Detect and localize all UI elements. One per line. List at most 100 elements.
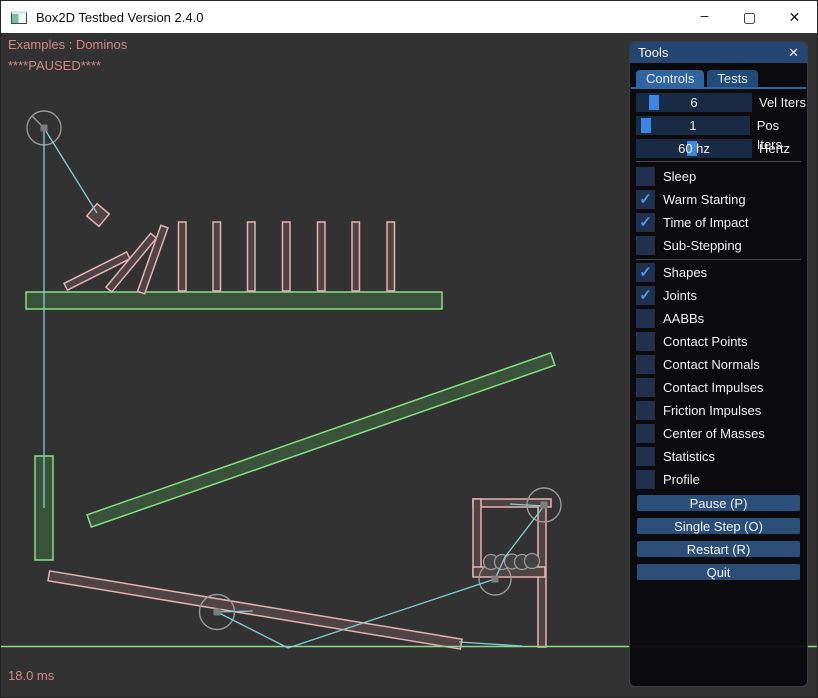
close-icon: ✕ xyxy=(789,10,801,24)
checkbox-box: ✓ xyxy=(636,355,655,374)
anchor-point xyxy=(41,125,48,132)
pos-iters-track[interactable]: 1 xyxy=(636,116,750,135)
anchor-point xyxy=(214,609,221,616)
checkbox-label: Profile xyxy=(663,472,700,487)
checkbox-joints[interactable]: ✓ Joints xyxy=(636,286,697,305)
check-icon: ✓ xyxy=(639,215,652,230)
checkbox-label: AABBs xyxy=(663,311,704,326)
maximize-button[interactable]: ▢ xyxy=(727,1,772,33)
domino xyxy=(352,222,360,291)
minimize-button[interactable]: – xyxy=(682,1,727,33)
checkbox-box: ✓ xyxy=(636,167,655,186)
checkbox-label: Joints xyxy=(663,288,697,303)
tab-underline xyxy=(631,87,806,89)
pos-iters-value: 1 xyxy=(636,116,750,135)
maximize-icon: ▢ xyxy=(743,10,756,24)
paused-label: ****PAUSED**** xyxy=(8,58,101,73)
vel-iters-track[interactable]: 6 xyxy=(636,93,752,112)
checkbox-box: ✓ xyxy=(636,263,655,282)
checkbox-box: ✓ xyxy=(636,213,655,232)
checkbox-warm-starting[interactable]: ✓ Warm Starting xyxy=(636,190,746,209)
hertz-track[interactable]: 60 hz xyxy=(636,139,752,158)
tools-panel: Tools ✕ Controls Tests 6 Vel Iters 1 Pos… xyxy=(629,41,808,687)
checkbox-box: ✓ xyxy=(636,424,655,443)
anchor-point xyxy=(492,576,499,583)
checkbox-label: Contact Points xyxy=(663,334,748,349)
checkbox-box: ✓ xyxy=(636,378,655,397)
quit-button[interactable]: Quit xyxy=(637,564,800,580)
pos-iters-slider[interactable]: 1 Pos Iters xyxy=(636,116,807,135)
domino xyxy=(283,222,291,291)
checkbox-box: ✓ xyxy=(636,470,655,489)
hertz-slider[interactable]: 60 hz Hertz xyxy=(636,139,790,158)
shelf-balls xyxy=(484,554,540,570)
checkbox-contact-impulses[interactable]: ✓ Contact Impulses xyxy=(636,378,763,397)
checkbox-center-of-masses[interactable]: ✓ Center of Masses xyxy=(636,424,765,443)
checkbox-label: Contact Normals xyxy=(663,357,760,372)
checkbox-box: ✓ xyxy=(636,401,655,420)
checkbox-sleep[interactable]: ✓ Sleep xyxy=(636,167,696,186)
checkbox-label: Sleep xyxy=(663,169,696,184)
vel-iters-value: 6 xyxy=(636,93,752,112)
hertz-label: Hertz xyxy=(759,139,790,158)
seesaw-plank xyxy=(48,571,462,649)
joint-along-ground xyxy=(459,642,522,646)
vel-iters-label: Vel Iters xyxy=(759,93,806,112)
checkbox-box: ✓ xyxy=(636,309,655,328)
checkbox-label: Friction Impulses xyxy=(663,403,761,418)
app-window: Box2D Testbed Version 2.4.0 – ▢ ✕ xyxy=(0,0,818,698)
check-icon: ✓ xyxy=(639,192,652,207)
ball xyxy=(525,554,540,569)
joint-anchors xyxy=(41,125,548,616)
checkbox-label: Sub-Stepping xyxy=(663,238,742,253)
checkbox-friction-impulses[interactable]: ✓ Friction Impulses xyxy=(636,401,761,420)
checkbox-statistics[interactable]: ✓ Statistics xyxy=(636,447,715,466)
checkbox-aabbs[interactable]: ✓ AABBs xyxy=(636,309,704,328)
checkbox-time-of-impact[interactable]: ✓ Time of Impact xyxy=(636,213,748,232)
tools-title: Tools xyxy=(638,45,668,60)
app-icon xyxy=(11,11,27,24)
checkbox-label: Contact Impulses xyxy=(663,380,763,395)
checkbox-shapes[interactable]: ✓ Shapes xyxy=(636,263,707,282)
pos-iters-label: Pos Iters xyxy=(757,116,807,135)
example-label: Examples : Dominos xyxy=(8,37,127,52)
restart-button[interactable]: Restart (R) xyxy=(637,541,800,557)
dynamic-bodies xyxy=(48,204,551,649)
checkbox-box: ✓ xyxy=(636,190,655,209)
domino xyxy=(248,222,256,291)
check-icon: ✓ xyxy=(639,265,652,280)
hertz-value: 60 hz xyxy=(636,139,752,158)
vel-iters-slider[interactable]: 6 Vel Iters xyxy=(636,93,806,112)
checkbox-label: Shapes xyxy=(663,265,707,280)
checkbox-contact-points[interactable]: ✓ Contact Points xyxy=(636,332,748,351)
checkbox-label: Center of Masses xyxy=(663,426,765,441)
checkbox-label: Time of Impact xyxy=(663,215,748,230)
tab-bar: Controls Tests xyxy=(636,70,758,87)
checkbox-label: Warm Starting xyxy=(663,192,746,207)
window-controls: – ▢ ✕ xyxy=(682,1,817,33)
domino xyxy=(213,222,221,291)
checkbox-profile[interactable]: ✓ Profile xyxy=(636,470,700,489)
tools-titlebar[interactable]: Tools ✕ xyxy=(630,42,807,63)
os-titlebar: Box2D Testbed Version 2.4.0 – ▢ ✕ xyxy=(1,1,817,33)
checkbox-box: ✓ xyxy=(636,236,655,255)
joint-pendulum xyxy=(44,128,97,213)
cart-left-post xyxy=(473,499,481,575)
check-icon: ✓ xyxy=(639,288,652,303)
pause-button[interactable]: Pause (P) xyxy=(637,495,800,511)
tab-tests[interactable]: Tests xyxy=(707,70,757,87)
platform-shelf xyxy=(26,292,442,309)
checkbox-contact-normals[interactable]: ✓ Contact Normals xyxy=(636,355,760,374)
checkbox-sub-stepping[interactable]: ✓ Sub-Stepping xyxy=(636,236,742,255)
anchor-point xyxy=(541,502,548,509)
close-button[interactable]: ✕ xyxy=(772,1,817,33)
window-title: Box2D Testbed Version 2.4.0 xyxy=(36,10,203,25)
separator xyxy=(636,259,801,260)
separator xyxy=(636,161,801,162)
domino xyxy=(318,222,326,291)
tab-controls[interactable]: Controls xyxy=(636,70,704,87)
domino xyxy=(179,222,187,291)
checkbox-box: ✓ xyxy=(636,447,655,466)
tools-close-icon[interactable]: ✕ xyxy=(788,45,799,61)
single-step-button[interactable]: Single Step (O) xyxy=(637,518,800,534)
